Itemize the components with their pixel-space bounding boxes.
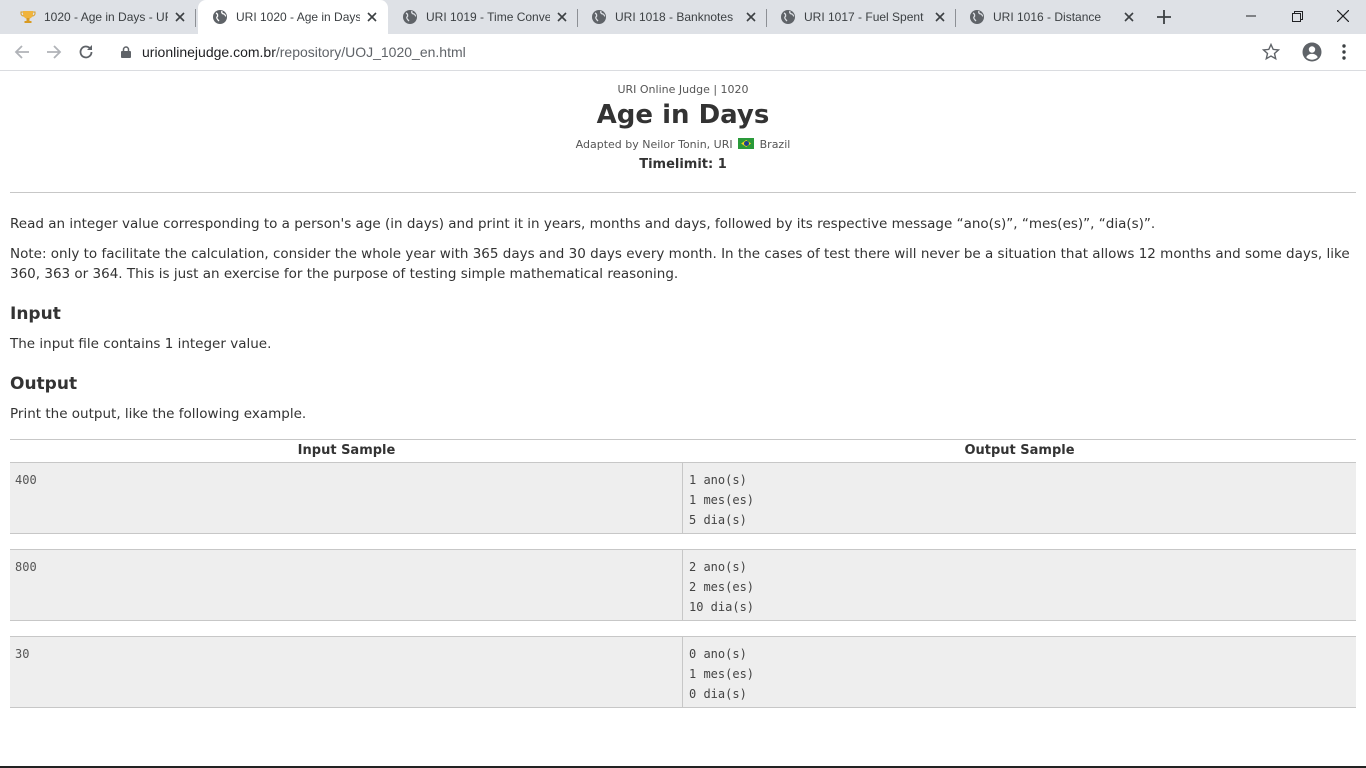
sample-output: 2 ano(s) 2 mes(es) 10 dia(s) xyxy=(683,550,1356,620)
problem-note: Note: only to facilitate the calculation… xyxy=(10,246,1350,282)
output-text: Print the output, like the following exa… xyxy=(10,406,307,422)
close-tab-icon[interactable] xyxy=(172,9,188,25)
output-line: 1 mes(es) xyxy=(689,667,755,681)
tab-title: URI 1018 - Banknotes xyxy=(615,10,734,24)
account-icon xyxy=(1302,42,1322,62)
page-content: URI Online Judge | 1020 Age in Days Adap… xyxy=(0,72,1366,768)
profile-button[interactable] xyxy=(1298,38,1326,66)
close-tab-icon[interactable] xyxy=(554,9,570,25)
country-name: Brazil xyxy=(759,138,791,151)
globe-icon xyxy=(213,10,227,24)
output-line: 5 dia(s) xyxy=(689,513,747,527)
output-heading: Output xyxy=(10,374,78,394)
close-icon xyxy=(1337,10,1349,22)
plus-icon xyxy=(1157,10,1171,24)
new-tab-button[interactable] xyxy=(1152,5,1176,29)
problem-description: Read an integer value corresponding to a… xyxy=(10,216,1156,232)
globe-icon xyxy=(781,10,795,24)
divider xyxy=(10,192,1356,193)
restore-button[interactable] xyxy=(1274,0,1320,32)
sample-row: 800 2 ano(s) 2 mes(es) 10 dia(s) xyxy=(10,549,1356,621)
tab-title: 1020 - Age in Days - URI xyxy=(44,10,168,24)
close-tab-icon[interactable] xyxy=(932,9,948,25)
author-text: Adapted by Neilor Tonin, URI xyxy=(575,138,733,151)
sample-output: 0 ano(s) 1 mes(es) 0 dia(s) xyxy=(683,637,1356,707)
browser-toolbar: urionlinejudge.com.br/repository/UOJ_102… xyxy=(0,34,1366,71)
close-window-button[interactable] xyxy=(1320,0,1366,32)
tab-title: URI 1016 - Distance xyxy=(993,10,1102,24)
menu-button[interactable] xyxy=(1330,38,1358,66)
tab-strip: 1020 - Age in Days - URI URI 1020 - Age … xyxy=(0,0,1366,34)
arrow-left-icon xyxy=(14,45,29,59)
close-tab-icon[interactable] xyxy=(1121,9,1137,25)
tab-uri-1016-distance[interactable]: URI 1016 - Distance xyxy=(955,0,1145,34)
globe-icon xyxy=(592,10,606,24)
output-line: 10 dia(s) xyxy=(689,600,755,614)
output-line: 2 ano(s) xyxy=(689,560,747,574)
minimize-icon xyxy=(1246,15,1256,17)
input-heading: Input xyxy=(10,304,61,324)
output-line: 1 mes(es) xyxy=(689,493,755,507)
star-icon[interactable] xyxy=(1262,43,1280,61)
tab-1020-age-in-days-uri[interactable]: 1020 - Age in Days - URI xyxy=(6,0,196,34)
more-vert-icon xyxy=(1342,44,1346,60)
sample-row: 400 1 ano(s) 1 mes(es) 5 dia(s) xyxy=(10,462,1356,534)
breadcrumb: URI Online Judge | 1020 xyxy=(617,83,749,96)
reload-button[interactable] xyxy=(72,38,100,66)
author-line: Adapted by Neilor Tonin, URI Brazil xyxy=(0,138,1366,151)
input-text: The input file contains 1 integer value. xyxy=(10,336,272,352)
reload-icon xyxy=(79,45,93,59)
sample-output: 1 ano(s) 1 mes(es) 5 dia(s) xyxy=(683,463,1356,533)
url-text: urionlinejudge.com.br/repository/UOJ_102… xyxy=(142,44,466,60)
address-bar[interactable]: urionlinejudge.com.br/repository/UOJ_102… xyxy=(108,37,1294,67)
brazil-flag-icon xyxy=(738,138,755,149)
tab-uri-1018-banknotes[interactable]: URI 1018 - Banknotes xyxy=(577,0,767,34)
samples-table: Input Sample Output Sample 400 1 ano(s) … xyxy=(10,439,1356,723)
sample-input: 30 xyxy=(10,637,683,707)
output-line: 1 ano(s) xyxy=(689,473,747,487)
sample-input: 800 xyxy=(10,550,683,620)
restore-icon xyxy=(1291,10,1303,22)
tab-uri-1020-age-in-days[interactable]: URI 1020 - Age in Days xyxy=(198,0,388,34)
output-line: 2 mes(es) xyxy=(689,580,755,594)
input-sample-header: Input Sample xyxy=(297,443,396,458)
timelimit: Timelimit: 1 xyxy=(639,157,727,172)
output-line: 0 dia(s) xyxy=(689,687,747,701)
url-domain: urionlinejudge.com.br xyxy=(142,44,276,60)
samples-header: Input Sample Output Sample xyxy=(10,439,1356,462)
tab-title: URI 1020 - Age in Days xyxy=(236,10,360,24)
output-line: 0 ano(s) xyxy=(689,647,747,661)
tab-uri-1017-fuel-spent[interactable]: URI 1017 - Fuel Spent xyxy=(766,0,956,34)
forward-button[interactable] xyxy=(40,38,68,66)
globe-icon xyxy=(970,10,984,24)
close-tab-icon[interactable] xyxy=(743,9,759,25)
output-sample-header: Output Sample xyxy=(964,443,1075,458)
lock-icon xyxy=(118,44,134,60)
minimize-button[interactable] xyxy=(1228,0,1274,32)
page-title: Age in Days xyxy=(596,100,770,130)
tab-title: URI 1019 - Time Conversion xyxy=(426,10,550,24)
close-tab-icon[interactable] xyxy=(364,9,380,25)
sample-input: 400 xyxy=(10,463,683,533)
globe-icon xyxy=(403,10,417,24)
tab-title: URI 1017 - Fuel Spent xyxy=(804,10,924,24)
trophy-icon xyxy=(20,11,36,23)
arrow-right-icon xyxy=(47,45,62,59)
tab-uri-1019-time-conversion[interactable]: URI 1019 - Time Conversion xyxy=(388,0,578,34)
back-button[interactable] xyxy=(8,38,36,66)
sample-row: 30 0 ano(s) 1 mes(es) 0 dia(s) xyxy=(10,636,1356,708)
url-path: /repository/UOJ_1020_en.html xyxy=(275,44,466,60)
